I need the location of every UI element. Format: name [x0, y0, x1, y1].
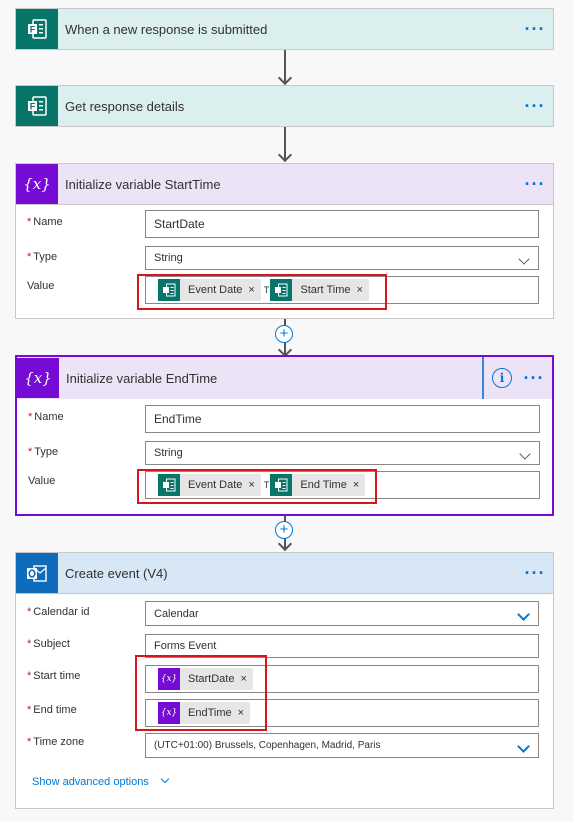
trigger-card[interactable]: F When a new response is submitted ···: [15, 8, 554, 50]
end-time-label: * End time: [27, 704, 77, 716]
init-end-menu-button[interactable]: ···: [516, 369, 552, 387]
name-field[interactable]: StartDate: [145, 210, 539, 238]
info-icon[interactable]: i: [492, 368, 512, 388]
create-event-title: Create event (V4): [65, 565, 168, 581]
type-row: * Type String: [16, 246, 553, 270]
type-label: * Type: [27, 251, 58, 263]
name-label: * Name: [27, 216, 63, 228]
trigger-title: When a new response is submitted: [65, 21, 268, 37]
init-end-title: Initialize variable EndTime: [66, 370, 218, 386]
value-label: Value: [28, 475, 56, 487]
create-event-card[interactable]: Create event (V4) ··· * Calendar id Calen…: [15, 552, 554, 809]
init-start-menu-button[interactable]: ···: [517, 175, 553, 193]
chevron-down-icon: [160, 774, 170, 784]
highlight-box: [137, 274, 387, 310]
create-event-header[interactable]: Create event (V4) ···: [15, 552, 554, 594]
trigger-menu-button[interactable]: ···: [517, 20, 553, 38]
forms-icon: F: [16, 9, 58, 49]
start-time-label: * Start time: [27, 670, 81, 682]
time-zone-label: * Time zone: [27, 736, 85, 748]
calendar-dropdown[interactable]: Calendar: [145, 601, 539, 626]
highlight-box: [135, 655, 267, 731]
time-zone-dropdown[interactable]: (UTC+01:00) Brussels, Copenhagen, Madrid…: [145, 733, 539, 758]
end-time-row: * End time {x} EndTime ×: [16, 699, 553, 727]
create-event-menu-button[interactable]: ···: [517, 564, 553, 582]
trigger-header[interactable]: F When a new response is submitted ···: [15, 8, 554, 50]
create-event-body: * Calendar id Calendar * Subject Forms Eve…: [15, 594, 554, 809]
name-field[interactable]: EndTime: [145, 405, 540, 433]
init-start-title: Initialize variable StartTime: [65, 176, 221, 192]
svg-text:F: F: [30, 25, 36, 35]
type-label: * Type: [28, 446, 59, 458]
highlight-box: [137, 469, 377, 504]
arrowhead-icon: [277, 536, 293, 552]
get-details-title: Get response details: [65, 98, 185, 114]
value-label: Value: [27, 280, 55, 292]
show-advanced-options-link[interactable]: Show advanced options: [32, 774, 170, 788]
type-dropdown[interactable]: String: [145, 441, 540, 465]
arrowhead-icon: [277, 147, 293, 163]
time-zone-row: * Time zone (UTC+01:00) Brussels, Copenha…: [16, 733, 553, 758]
type-dropdown[interactable]: String: [145, 246, 539, 270]
subject-label: * Subject: [27, 638, 70, 650]
name-row: * Name EndTime: [17, 405, 552, 433]
init-start-header[interactable]: {x} Initialize variable StartTime ···: [15, 163, 554, 205]
outlook-icon: [16, 553, 58, 593]
name-row: * Name StartDate: [16, 210, 553, 238]
arrowhead-icon: [277, 70, 293, 86]
calendar-label: * Calendar id: [27, 606, 90, 618]
get-details-menu-button[interactable]: ···: [517, 97, 553, 115]
calendar-row: * Calendar id Calendar: [16, 601, 553, 626]
header-divider: [482, 357, 484, 399]
add-step-button[interactable]: +: [275, 325, 293, 343]
name-label: * Name: [28, 411, 64, 423]
subject-row: * Subject Forms Event: [16, 634, 553, 658]
start-time-row: * Start time {x} StartDate ×: [16, 665, 553, 693]
get-details-card[interactable]: F Get response details ···: [15, 85, 554, 127]
svg-text:F: F: [30, 102, 36, 112]
variable-icon: {x}: [17, 358, 59, 398]
forms-icon: F: [16, 86, 58, 126]
init-end-header[interactable]: {x} Initialize variable EndTime i ···: [17, 357, 552, 399]
variable-icon: {x}: [16, 164, 58, 204]
type-row: * Type String: [17, 441, 552, 465]
get-details-header[interactable]: F Get response details ···: [15, 85, 554, 127]
